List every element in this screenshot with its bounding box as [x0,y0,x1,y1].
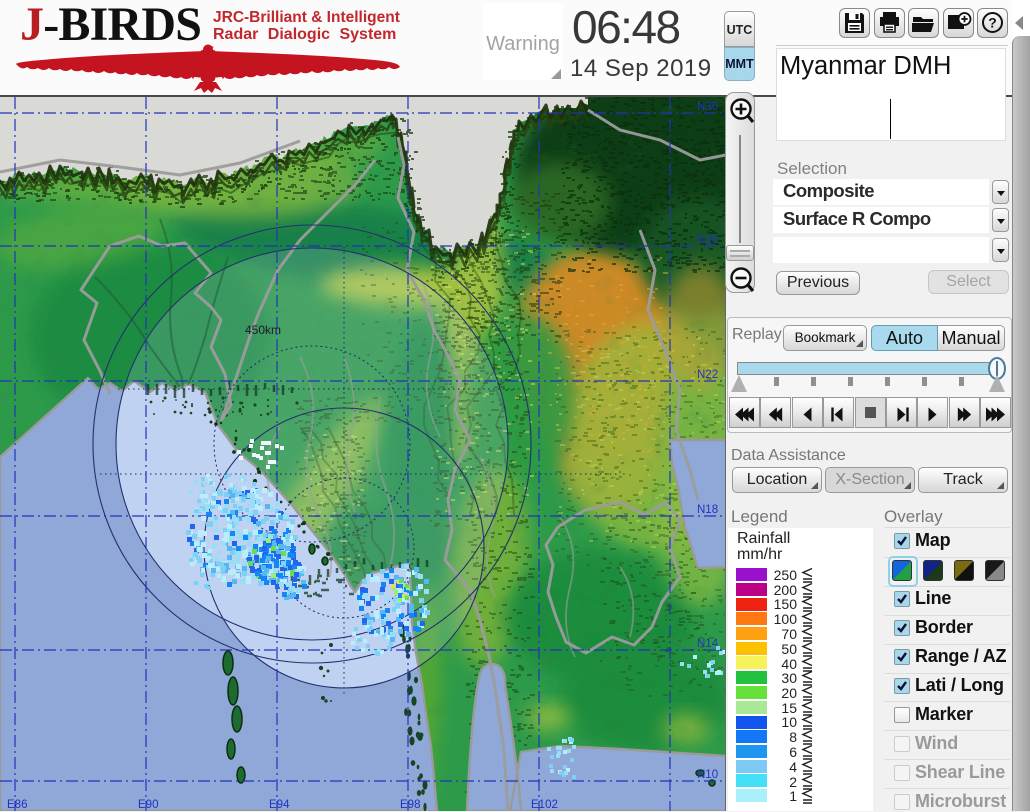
svg-text:450km: 450km [245,323,281,337]
svg-text:E86: E86 [7,799,27,811]
svg-text:N22: N22 [697,369,718,381]
svg-text:E94: E94 [269,799,290,811]
svg-text:?: ? [988,15,997,31]
svg-text:N26: N26 [697,234,718,246]
svg-text:E102: E102 [531,799,558,811]
svg-text:E90: E90 [138,799,158,811]
svg-text:N14: N14 [697,638,719,650]
svg-text:E98: E98 [400,799,420,811]
svg-text:N30: N30 [697,101,718,113]
svg-text:N18: N18 [697,504,718,516]
svg-text:N10: N10 [697,769,718,781]
